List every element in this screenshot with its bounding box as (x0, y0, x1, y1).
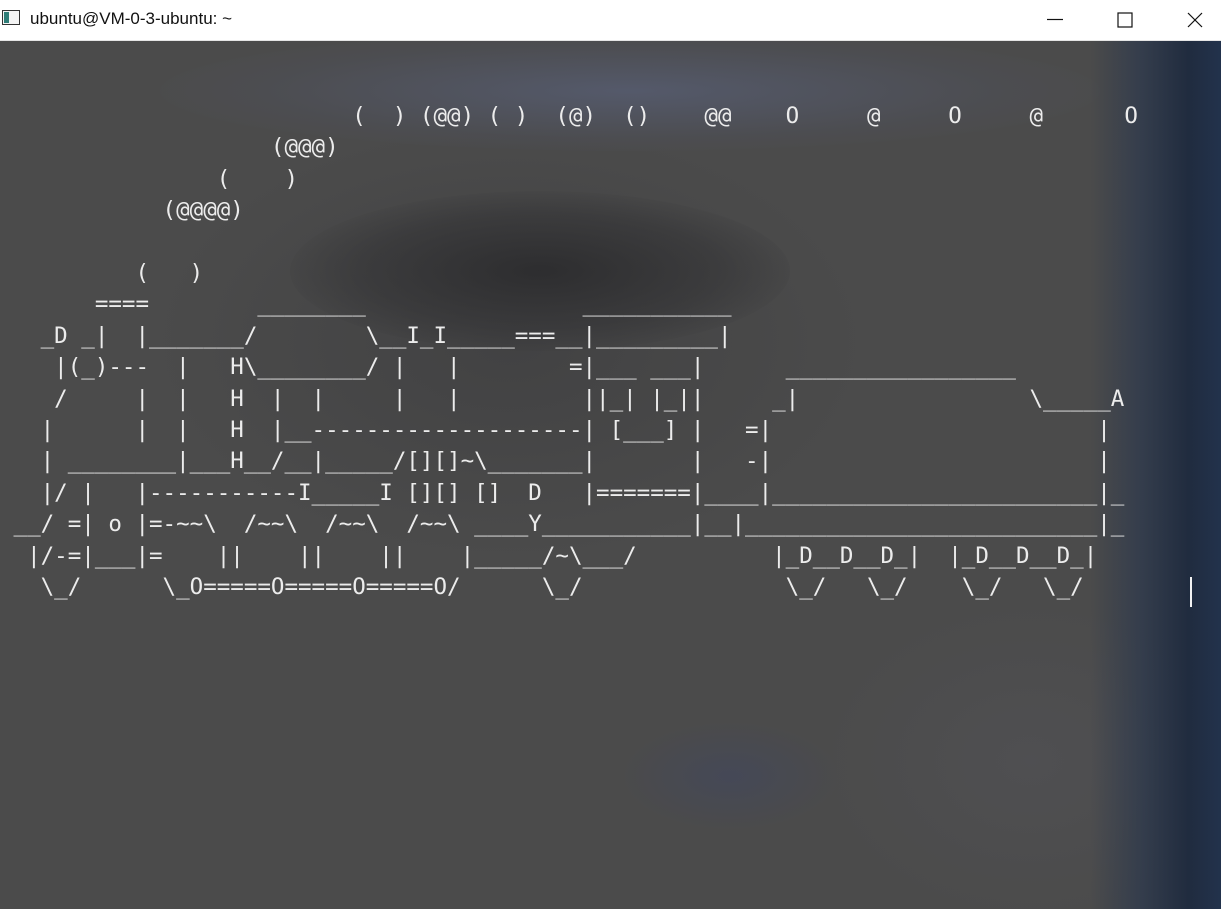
terminal-window: ubuntu@VM-0-3-ubuntu: ~ () (@@) () (@)… (0, 0, 1221, 909)
title-bar[interactable]: ubuntu@VM-0-3-ubuntu: ~ (0, 0, 1221, 41)
terminal-line: \_/ \_O=====O=====O=====O/ \_/ \_/ \_/ \… (0, 574, 1084, 601)
background-blur (620, 721, 840, 831)
terminal-line: ( ) (@@) ( ) (@) () @@ O @ O @ O (0, 103, 1138, 129)
terminal-line: __/ =| o |=-~~\ /~~\ /~~\ /~~\ ____Y____… (0, 511, 1125, 538)
terminal-icon[interactable] (2, 10, 20, 25)
terminal-area[interactable]: ( ) (@@) ( ) (@) () @@ O @ O @ O (@@@) (… (0, 41, 1221, 909)
minimize-icon (1047, 18, 1063, 21)
terminal-line: | ________|___H__/__|_____/[][]~\_______… (0, 448, 1111, 475)
terminal-line: (@@@) (0, 134, 339, 161)
terminal-line: | | | H |__--------------------| [___] |… (0, 417, 1111, 444)
terminal-line: ==== ________ ___________ (0, 291, 732, 318)
terminal-line: _D _| |_______/ \__I_I_____===__|_______… (0, 322, 732, 349)
close-icon (1187, 12, 1203, 28)
close-button[interactable] (1160, 0, 1221, 40)
maximize-icon (1117, 12, 1133, 28)
terminal-line: (@@@@) (0, 197, 244, 224)
terminal-line: ( ) (0, 165, 299, 192)
terminal-output: ( ) (@@) ( ) (@) () @@ O @ O @ O (@@@) (… (0, 101, 1138, 604)
text-cursor (1190, 577, 1192, 607)
terminal-line: |/ | |-----------I_____I [][] [] D |====… (0, 479, 1125, 506)
minimize-button[interactable] (1020, 0, 1090, 40)
terminal-line: |(_)--- | H\________/ | | =|___ ___| ___… (0, 354, 1016, 381)
terminal-line: ( ) (0, 260, 204, 287)
terminal-line: |/-=|___|= || || || |_____/~\___/ |_D__D… (0, 542, 1098, 569)
maximize-button[interactable] (1090, 0, 1160, 40)
window-title: ubuntu@VM-0-3-ubuntu: ~ (30, 9, 233, 28)
terminal-line: / | | H | | | | ||_| |_|| _| \_____A (0, 385, 1125, 412)
